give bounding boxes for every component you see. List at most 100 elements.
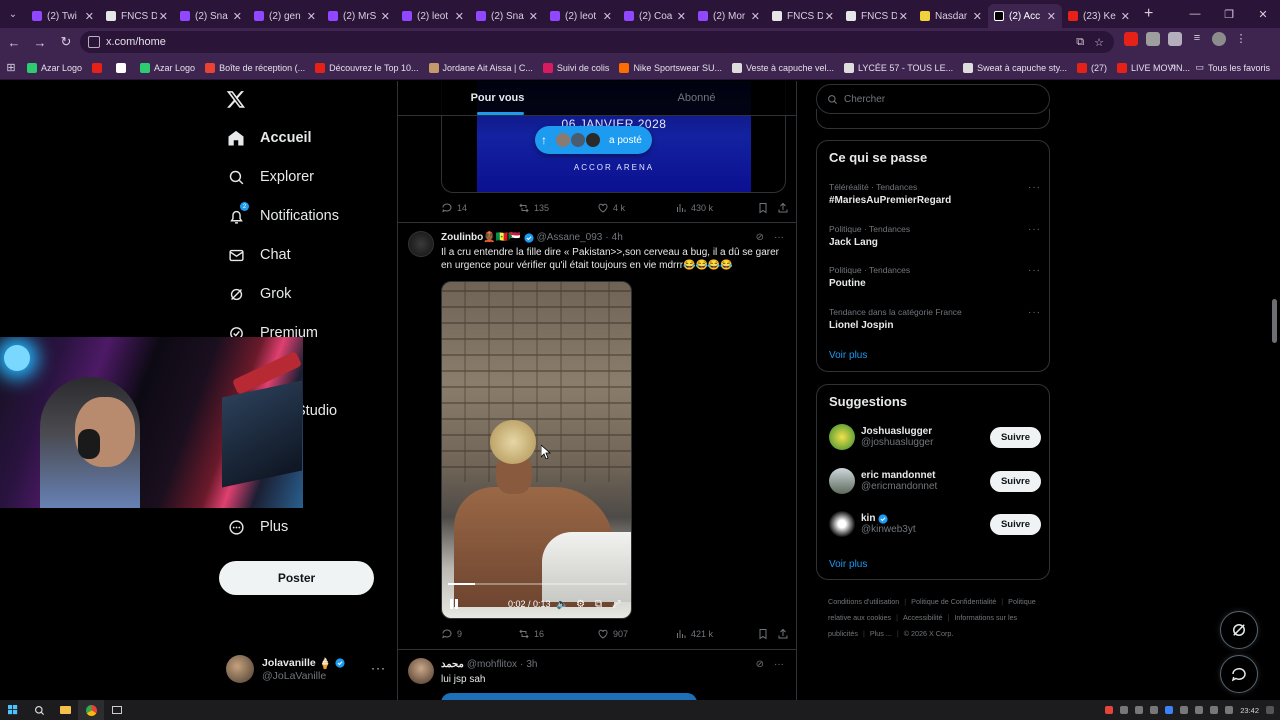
bookmarks-overflow-icon[interactable]: » xyxy=(1170,61,1176,73)
browser-tab[interactable]: (2) Mor ✕ xyxy=(692,4,766,28)
follow-button[interactable]: Suivre xyxy=(990,470,1041,492)
browser-tab[interactable]: (23) Ke ✕ xyxy=(1062,4,1136,28)
browser-tab[interactable]: (2) Acc ✕ xyxy=(988,4,1062,28)
bookmark-item[interactable]: Sweat à capuche sty... xyxy=(958,62,1072,73)
account-menu-icon[interactable]: ··· xyxy=(371,661,386,675)
footer-link[interactable]: Politique de Confidentialité xyxy=(911,597,996,606)
browser-tab[interactable]: FNCS D ✕ xyxy=(766,4,840,28)
close-tab-icon[interactable]: ✕ xyxy=(85,10,94,23)
tweet-media-preview[interactable] xyxy=(441,693,697,700)
bookmark-item[interactable]: Jordane Ait Aissa | C... xyxy=(424,62,538,73)
profile-avatar-icon[interactable] xyxy=(1212,32,1226,46)
bookmark-item[interactable] xyxy=(87,62,111,73)
trend-more-icon[interactable]: ··· xyxy=(1028,182,1041,193)
new-tab-button[interactable]: + xyxy=(1144,5,1153,23)
all-bookmarks-folder[interactable]: ▭ Tous les favoris xyxy=(1195,62,1270,73)
close-tab-icon[interactable]: ✕ xyxy=(381,10,390,23)
browser-tab[interactable]: (2) leot ✕ xyxy=(396,4,470,28)
close-tab-icon[interactable]: ✕ xyxy=(1121,10,1130,23)
minimize-button[interactable]: — xyxy=(1178,0,1212,28)
network-icon[interactable] xyxy=(1210,706,1219,714)
grok-icon[interactable]: ⊘ xyxy=(756,659,764,670)
media-control-icon[interactable]: ≡ xyxy=(1190,32,1204,46)
repost-button[interactable]: 135 xyxy=(518,202,597,214)
tweet-video-player[interactable]: 0:02 / 0:13 🔈 ⚙ ⧉ ⤢ xyxy=(441,281,632,619)
repost-button[interactable]: 16 xyxy=(518,628,597,640)
file-explorer-icon[interactable] xyxy=(52,700,78,720)
close-tab-icon[interactable]: ✕ xyxy=(973,10,982,23)
close-tab-icon[interactable]: ✕ xyxy=(751,10,760,23)
close-tab-icon[interactable]: ✕ xyxy=(1047,10,1056,23)
video-progress-bar[interactable] xyxy=(448,583,627,585)
x-logo-icon[interactable] xyxy=(226,89,248,111)
footer-link[interactable]: Plus ... xyxy=(870,629,892,638)
bookmark-star-icon[interactable]: ☆ xyxy=(1094,36,1104,49)
suggestions-see-more-link[interactable]: Voir plus xyxy=(829,559,867,570)
search-input[interactable]: Chercher xyxy=(816,84,1050,114)
tray-app-icon[interactable] xyxy=(1150,706,1159,714)
browser-tab[interactable]: (2) leot ✕ xyxy=(544,4,618,28)
account-switcher[interactable]: Jolavanille 🍦 @JoLaVanille ··· xyxy=(226,653,386,685)
back-button[interactable]: ← xyxy=(2,30,26,54)
suggestion-item[interactable]: kin @kinweb3yt Suivre xyxy=(829,509,1041,539)
close-tab-icon[interactable]: ✕ xyxy=(307,10,316,23)
tweet-author-name[interactable]: محمد xyxy=(441,659,464,670)
new-posts-pill[interactable]: ↑ a posté xyxy=(535,126,652,154)
views-button[interactable]: 421 k xyxy=(675,628,757,640)
tweet-time[interactable]: 3h xyxy=(526,659,537,670)
app-taskbar-icon[interactable] xyxy=(104,700,130,720)
more-options-icon[interactable]: ··· xyxy=(774,232,784,243)
tab-following[interactable]: Abonné xyxy=(597,81,796,115)
tweet-author-handle[interactable]: @mohflitox xyxy=(467,659,517,670)
cast-icon[interactable]: ⧉ xyxy=(1076,36,1084,49)
extension-gray-icon[interactable] xyxy=(1146,32,1160,46)
close-tab-icon[interactable]: ✕ xyxy=(529,10,538,23)
browser-tab[interactable]: Nasdar ✕ xyxy=(914,4,988,28)
bookmark-item[interactable]: Boîte de réception (... xyxy=(200,62,310,73)
pip-icon[interactable]: ⧉ xyxy=(593,598,605,610)
volume-icon[interactable] xyxy=(1225,706,1234,714)
browser-tab[interactable]: (2) gen ✕ xyxy=(248,4,322,28)
grok-icon[interactable]: ⊘ xyxy=(756,232,764,243)
trend-more-icon[interactable]: ··· xyxy=(1028,265,1041,276)
nav-more[interactable]: Plus xyxy=(226,515,288,539)
bookmark-item[interactable]: Nike Sportswear SU... xyxy=(614,62,727,73)
views-button[interactable]: 430 k xyxy=(675,202,757,214)
suggestion-item[interactable]: eric mandonnet @ericmandonnet Suivre xyxy=(829,466,1041,496)
post-button[interactable]: Poster xyxy=(219,561,374,595)
trend-item[interactable]: Tendance dans la catégorie France Lionel … xyxy=(829,307,1041,331)
browser-tab[interactable]: (2) Twi ✕ xyxy=(26,4,100,28)
trend-item[interactable]: Politique · Tendances Jack Lang ··· xyxy=(829,224,1041,248)
fullscreen-icon[interactable]: ⤢ xyxy=(611,598,623,610)
more-options-icon[interactable]: ··· xyxy=(774,659,784,670)
reply-button[interactable]: 14 xyxy=(441,202,518,214)
browser-tab[interactable]: (2) Sna ✕ xyxy=(174,4,248,28)
footer-link[interactable]: © 2026 X Corp. xyxy=(904,629,954,638)
trend-item[interactable]: Politique · Tendances Poutine ··· xyxy=(829,265,1041,289)
follow-button[interactable]: Suivre xyxy=(990,514,1041,535)
close-tab-icon[interactable]: ✕ xyxy=(455,10,464,23)
browser-tab[interactable]: FNCS D ✕ xyxy=(840,4,914,28)
taskbar-search-icon[interactable] xyxy=(26,700,52,720)
tray-app-icon[interactable] xyxy=(1195,706,1204,714)
tab-search-button[interactable]: ⌄ xyxy=(0,0,26,28)
windows-start-icon[interactable] xyxy=(0,700,26,720)
share-button[interactable] xyxy=(777,202,789,214)
browser-menu-icon[interactable]: ⋮ xyxy=(1234,32,1248,46)
trend-more-icon[interactable]: ··· xyxy=(1028,224,1041,235)
nav-grok[interactable]: Grok xyxy=(226,282,291,306)
bookmark-item[interactable] xyxy=(111,62,135,73)
nav-notifications[interactable]: 2 Notifications xyxy=(226,202,339,228)
scrollbar-thumb[interactable] xyxy=(1272,299,1277,343)
bookmark-item[interactable]: Azar Logo xyxy=(22,62,87,73)
avatar[interactable] xyxy=(408,231,434,257)
like-button[interactable]: 4 k xyxy=(597,202,675,214)
grok-fab-button[interactable] xyxy=(1220,611,1258,649)
bookmark-item[interactable]: Azar Logo xyxy=(135,62,200,73)
volume-icon[interactable]: 🔈 xyxy=(556,598,568,610)
trend-item[interactable]: Téléréalité · Tendances #MariesAuPremierR… xyxy=(829,182,1041,206)
browser-tab[interactable]: (2) Sna ✕ xyxy=(470,4,544,28)
site-info-icon[interactable] xyxy=(88,36,100,48)
tweet-author-handle[interactable]: @Assane_093 xyxy=(537,232,603,243)
tray-app-icon[interactable] xyxy=(1135,706,1144,714)
